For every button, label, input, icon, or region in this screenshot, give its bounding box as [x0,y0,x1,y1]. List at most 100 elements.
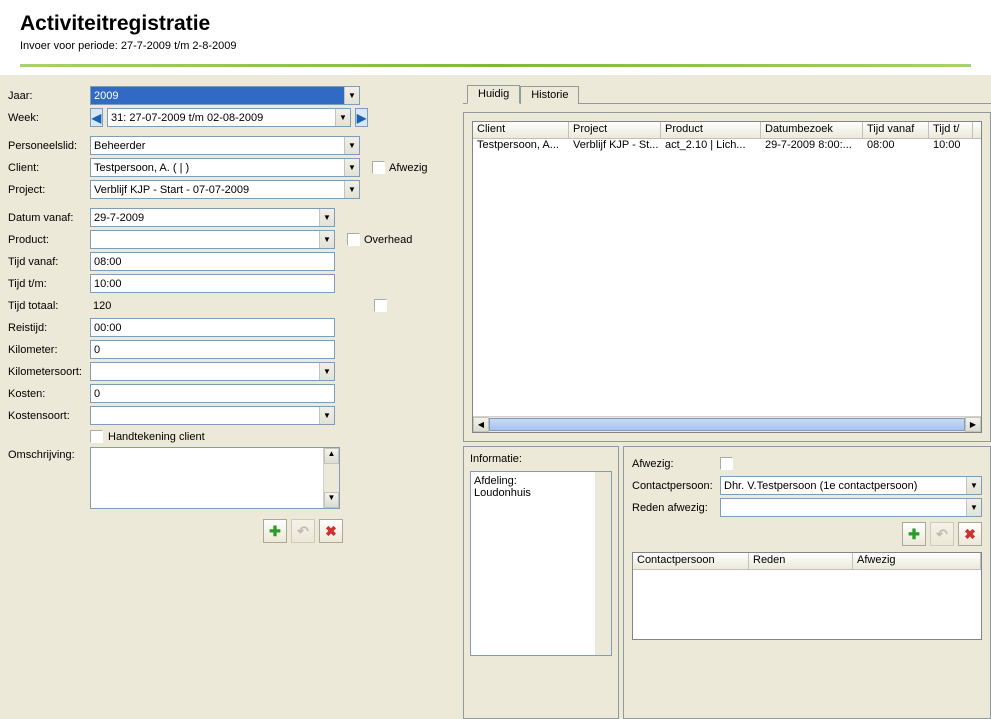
left-form-panel: Jaar: 2009 ▼ Week: ◀ 31: 27-07-2009 t/m … [0,75,455,719]
chevron-down-icon: ▼ [344,159,359,176]
table-row[interactable]: Testpersoon, A... Verblijf KJP - St... a… [473,139,981,154]
col-reden[interactable]: Reden [749,553,853,569]
redenafwezig-label: Reden afwezig: [632,502,720,514]
page-title: Activiteitregistratie [20,12,971,36]
kostensoort-label: Kostensoort: [8,410,90,422]
kilometer-input[interactable]: 0 [90,340,335,359]
scroll-up-icon[interactable]: ▲ [324,448,339,464]
redenafwezig-dropdown[interactable]: ▼ [720,498,982,517]
add-button[interactable]: ✚ [263,519,287,543]
contact-add-button[interactable]: ✚ [902,522,926,546]
kilometer-label: Kilometer: [8,344,90,356]
chevron-down-icon: ▼ [344,181,359,198]
contact-delete-button[interactable]: ✖ [958,522,982,546]
handtekening-checkbox[interactable] [90,430,103,443]
contact-grid-header: Contactpersoon Reden Afwezig [633,553,981,570]
kostensoort-dropdown[interactable]: ▼ [90,406,335,425]
chevron-down-icon: ▼ [966,499,981,516]
undo-button[interactable]: ↶ [291,519,315,543]
scroll-right-icon[interactable]: ▶ [965,417,981,432]
reistijd-label: Reistijd: [8,322,90,334]
client-dropdown[interactable]: Testpersoon, A. ( | ) ▼ [90,158,360,177]
chevron-down-icon: ▼ [344,137,359,154]
delete-icon: ✖ [964,526,976,543]
scroll-down-icon[interactable]: ▼ [324,492,339,508]
omschrijving-label: Omschrijving: [8,447,90,461]
informatie-panel: Informatie: Afdeling: Loudonhuis [463,446,619,719]
afwezig-checkbox[interactable] [372,161,385,174]
delete-icon: ✖ [325,523,337,540]
tijdtotaal-checkbox[interactable] [374,299,387,312]
afwezig-label: Afwezig: [632,458,720,470]
project-label: Project: [8,184,90,196]
main-grid[interactable]: Client Project Product Datumbezoek Tijd … [472,121,982,433]
client-label: Client: [8,162,90,174]
tijdvanaf-input[interactable]: 08:00 [90,252,335,271]
week-label: Week: [8,112,90,124]
scrollbar[interactable] [595,472,611,655]
chevron-down-icon: ▼ [344,87,359,104]
week-dropdown[interactable]: 31: 27-07-2009 t/m 02-08-2009 ▼ [107,108,351,127]
overhead-checkbox[interactable] [347,233,360,246]
col-client[interactable]: Client [473,122,569,138]
overhead-label: Overhead [364,234,412,246]
chevron-down-icon: ▼ [319,363,334,380]
plus-icon: ✚ [269,523,281,540]
personeelslid-label: Personeelslid: [8,140,90,152]
page-subtitle: Invoer voor periode: 27-7-2009 t/m 2-8-2… [20,40,971,52]
datumvanaf-dropdown[interactable]: 29-7-2009 ▼ [90,208,335,227]
tijdtotaal-value: 120 [90,296,335,315]
horizontal-scrollbar[interactable]: ◀ ▶ [473,416,981,432]
tijdtm-input[interactable]: 10:00 [90,274,335,293]
col-project[interactable]: Project [569,122,661,138]
datumvanaf-label: Datum vanaf: [8,212,90,224]
tab-bar: Huidig Historie [463,81,991,103]
informatie-box: Afdeling: Loudonhuis [470,471,612,656]
col-datumbezoek[interactable]: Datumbezoek [761,122,863,138]
grid-header: Client Project Product Datumbezoek Tijd … [473,122,981,139]
product-dropdown[interactable]: ▼ [90,230,335,249]
plus-icon: ✚ [908,526,920,543]
kmsoort-label: Kilometersoort: [8,366,90,378]
col-tijdtm[interactable]: Tijd t/ [929,122,973,138]
contact-grid[interactable]: Contactpersoon Reden Afwezig [632,552,982,640]
page-header: Activiteitregistratie Invoer voor period… [0,0,991,75]
kosten-input[interactable]: 0 [90,384,335,403]
col-tijdvanaf[interactable]: Tijd vanaf [863,122,929,138]
year-dropdown[interactable]: 2009 ▼ [90,86,360,105]
main-grid-panel: Client Project Product Datumbezoek Tijd … [463,112,991,442]
col-product[interactable]: Product [661,122,761,138]
undo-icon: ↶ [297,523,309,540]
delete-button[interactable]: ✖ [319,519,343,543]
year-label: Jaar: [8,90,90,102]
contactpersoon-dropdown[interactable]: Dhr. V.Testpersoon (1e contactpersoon) ▼ [720,476,982,495]
next-week-button[interactable]: ▶ [355,108,368,127]
year-value: 2009 [94,90,344,102]
afdeling-value: Loudonhuis [474,487,608,499]
prev-week-button[interactable]: ◀ [90,108,103,127]
scroll-left-icon[interactable]: ◀ [473,417,489,432]
omschrijving-textarea[interactable]: ▲ ▼ [90,447,340,509]
tijdtm-label: Tijd t/m: [8,278,90,290]
project-dropdown[interactable]: Verblijf KJP - Start - 07-07-2009 ▼ [90,180,360,199]
contact-undo-button[interactable]: ↶ [930,522,954,546]
week-value: 31: 27-07-2009 t/m 02-08-2009 [111,112,335,124]
header-divider [20,64,971,67]
kosten-label: Kosten: [8,388,90,400]
tab-historie[interactable]: Historie [520,86,579,104]
chevron-down-icon: ▼ [319,231,334,248]
afdeling-label: Afdeling: [474,475,608,487]
afwezig-label: Afwezig [389,162,428,174]
col-afwezig[interactable]: Afwezig [853,553,981,569]
kmsoort-dropdown[interactable]: ▼ [90,362,335,381]
contact-afwezig-checkbox[interactable] [720,457,733,470]
informatie-label: Informatie: [470,453,612,465]
tijdvanaf-label: Tijd vanaf: [8,256,90,268]
tab-huidig[interactable]: Huidig [467,85,520,104]
personeelslid-dropdown[interactable]: Beheerder ▼ [90,136,360,155]
scrollbar-thumb[interactable] [489,418,965,431]
reistijd-input[interactable]: 00:00 [90,318,335,337]
col-contactpersoon[interactable]: Contactpersoon [633,553,749,569]
product-label: Product: [8,234,90,246]
scrollbar[interactable]: ▲ ▼ [323,448,339,508]
